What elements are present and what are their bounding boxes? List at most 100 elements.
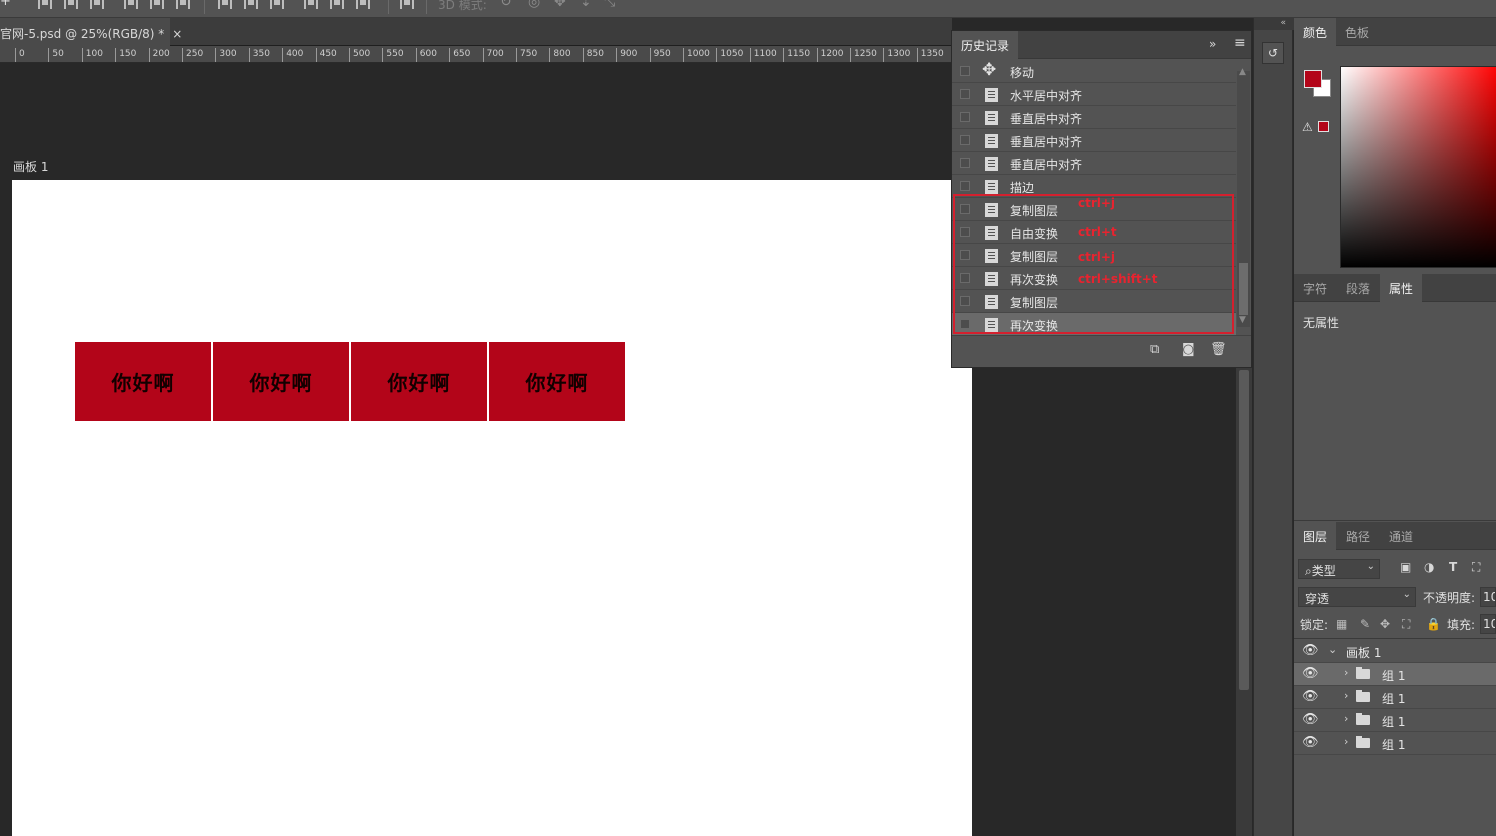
align-top-edges-icon[interactable] (124, 0, 138, 9)
panel-menu-icon[interactable]: ≡ (1234, 35, 1246, 51)
visibility-eye-icon[interactable]: 👁 (1302, 735, 1319, 750)
chevron-right-icon[interactable]: › (1344, 712, 1348, 725)
type-layer-filter-icon[interactable]: T (1449, 560, 1457, 574)
visibility-eye-icon[interactable]: 👁 (1302, 666, 1319, 681)
document-tab[interactable]: 官网-5.psd @ 25%(RGB/8) * × (0, 18, 182, 46)
history-source-checkbox[interactable] (960, 135, 970, 145)
web-safe-color-swatch[interactable] (1318, 121, 1329, 132)
distribute-center-icon[interactable] (244, 0, 258, 9)
distribute-bottom-icon[interactable] (270, 0, 284, 9)
collapse-panel-icon[interactable]: » (1209, 37, 1216, 51)
history-panel-icon[interactable]: ↺ (1262, 42, 1284, 64)
history-source-checkbox[interactable] (960, 89, 970, 99)
blend-mode-select[interactable]: 穿透 ⌄ (1298, 587, 1416, 607)
history-source-checkbox[interactable] (960, 158, 970, 168)
history-scrollbar[interactable]: ▲ ▼ (1237, 67, 1250, 327)
scrollbar-thumb[interactable] (1239, 263, 1248, 315)
chevron-down-icon[interactable]: ⌄ (1328, 643, 1337, 656)
canvas-vertical-scrollbar[interactable] (1236, 362, 1252, 836)
align-bottom-edges-icon[interactable] (176, 0, 190, 9)
layer-row-artboard[interactable]: 👁 ⌄ 画板 1 (1294, 640, 1496, 663)
tab-paragraph[interactable]: 段落 (1337, 274, 1379, 302)
expand-panels-icon[interactable]: « (1254, 18, 1294, 30)
history-item[interactable]: 垂直居中对齐 (952, 106, 1236, 129)
visibility-eye-icon[interactable]: 👁 (1302, 689, 1319, 704)
layer-filter-select[interactable]: ⌕类型 ⌄ (1298, 559, 1380, 579)
align-right-edges-icon[interactable] (90, 0, 104, 9)
tab-history[interactable]: 历史记录 (952, 31, 1019, 59)
3d-scale-icon[interactable]: ⤡ (604, 0, 615, 10)
history-source-checkbox[interactable] (960, 66, 970, 76)
tab-channels[interactable]: 通道 (1380, 522, 1422, 550)
canvas-tile[interactable]: 你好啊 (213, 342, 349, 421)
ruler-tick-label: 650 (449, 48, 470, 62)
distribute-top-icon[interactable] (218, 0, 232, 9)
3d-roll-icon[interactable]: ◎ (528, 0, 540, 10)
scroll-down-icon[interactable]: ▼ (1239, 315, 1246, 325)
opacity-input[interactable]: 100% (1480, 587, 1496, 607)
tab-paths[interactable]: 路径 (1337, 522, 1379, 550)
layer-row-group[interactable]: 👁 › 组 1 (1294, 732, 1496, 755)
new-document-from-state-icon[interactable]: ⧉ (1150, 342, 1159, 357)
3d-pan-icon[interactable]: ✥ (554, 0, 566, 10)
align-vertical-centers-icon[interactable] (150, 0, 164, 9)
ruler-tick-label: 300 (215, 48, 237, 62)
scrollbar-thumb[interactable] (1239, 370, 1249, 690)
tab-swatches[interactable]: 色板 (1336, 18, 1378, 46)
shape-layer-filter-icon[interactable]: ⛶ (1472, 560, 1480, 575)
foreground-color-swatch[interactable] (1304, 70, 1322, 88)
lock-all-icon[interactable]: 🔒 (1426, 617, 1441, 631)
auto-align-icon[interactable] (400, 0, 414, 9)
chevron-right-icon[interactable]: › (1344, 689, 1348, 702)
scroll-up-icon[interactable]: ▲ (1239, 67, 1246, 77)
distribute-left-icon[interactable] (304, 0, 318, 9)
opacity-label: 不透明度: (1423, 591, 1476, 605)
3d-slide-icon[interactable]: ⇣ (580, 0, 592, 10)
artboard-label[interactable]: 画板 1 (13, 158, 48, 175)
history-source-checkbox[interactable] (960, 112, 970, 122)
3d-rotate-icon[interactable]: ↻ (500, 0, 512, 10)
horizontal-ruler[interactable]: 0 50 100 150 200 250 300 350 400 450 500 550 600 650 7… (0, 46, 952, 63)
tab-properties[interactable]: 属性 (1380, 274, 1423, 302)
fill-input[interactable]: 100% (1480, 614, 1496, 634)
visibility-eye-icon[interactable]: 👁 (1302, 643, 1319, 658)
canvas-tile[interactable]: 你好啊 (75, 342, 211, 421)
tab-layers[interactable]: 图层 (1294, 522, 1337, 550)
lock-image-pixels-icon[interactable]: ✎ (1360, 617, 1370, 631)
document-tab-title: 官网-5.psd @ 25%(RGB/8) * (0, 27, 165, 41)
distribute-horizontal-icon[interactable] (330, 0, 344, 9)
align-horizontal-centers-icon[interactable] (64, 0, 78, 9)
distribute-right-icon[interactable] (356, 0, 370, 9)
gamut-warning-icon[interactable]: ⚠ (1302, 120, 1313, 134)
canvas-tile[interactable]: 你好啊 (489, 342, 625, 421)
lock-transparent-pixels-icon[interactable]: ▦ (1336, 617, 1347, 631)
canvas-tile[interactable]: 你好啊 (351, 342, 487, 421)
layer-row-group[interactable]: 👁 › 组 1 (1294, 663, 1496, 686)
history-item[interactable]: ✥ 移动 (952, 60, 1236, 83)
chevron-right-icon[interactable]: › (1344, 735, 1348, 748)
layer-row-group[interactable]: 👁 › 组 1 (1294, 709, 1496, 732)
history-item[interactable]: 垂直居中对齐 (952, 129, 1236, 152)
close-icon[interactable]: × (172, 27, 182, 41)
history-item[interactable]: 水平居中对齐 (952, 83, 1236, 106)
trash-icon[interactable]: 🗑 (1210, 342, 1227, 357)
3d-mode-label: 3D 模式: (438, 0, 487, 12)
properties-panel-tabs: 字符 段落 属性 (1294, 274, 1496, 302)
layer-row-group[interactable]: 👁 › 组 1 (1294, 686, 1496, 709)
add-icon[interactable]: + (0, 0, 11, 9)
pixel-layer-filter-icon[interactable]: ▣ (1400, 560, 1411, 574)
color-picker-field[interactable] (1340, 66, 1496, 268)
lock-position-icon[interactable]: ✥ (1380, 617, 1390, 631)
align-left-edges-icon[interactable] (38, 0, 52, 9)
ruler-tick-label: 1300 (883, 48, 910, 62)
visibility-eye-icon[interactable]: 👁 (1302, 712, 1319, 727)
artboard[interactable]: 你好啊 你好啊 你好啊 你好啊 (12, 180, 972, 836)
lock-artboard-icon[interactable]: ⛶ (1402, 617, 1410, 632)
snapshot-camera-icon[interactable]: ◙ (1182, 342, 1195, 357)
history-item[interactable]: 垂直居中对齐 (952, 152, 1236, 175)
tab-character[interactable]: 字符 (1294, 274, 1336, 302)
tab-color[interactable]: 颜色 (1294, 18, 1337, 46)
history-source-checkbox[interactable] (960, 181, 970, 191)
adjustment-layer-filter-icon[interactable]: ◑ (1424, 560, 1434, 574)
chevron-right-icon[interactable]: › (1344, 666, 1348, 679)
